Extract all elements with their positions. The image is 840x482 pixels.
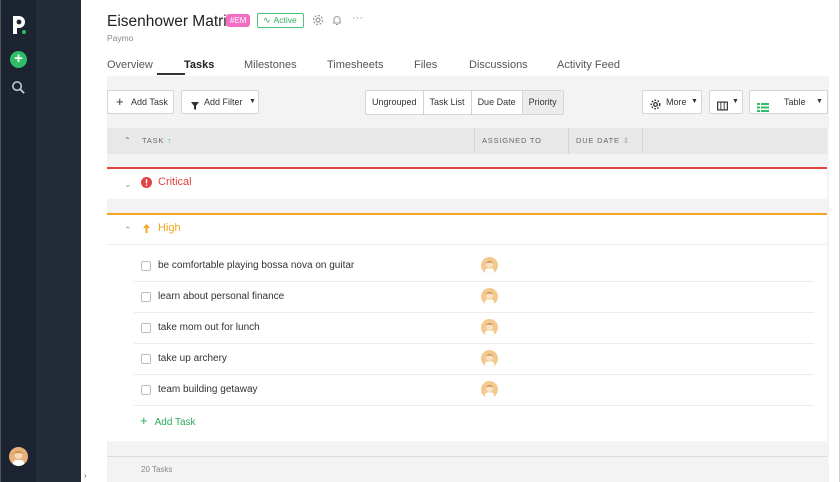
task-checkbox[interactable] (141, 385, 151, 395)
columns-icon (717, 97, 728, 119)
plus-icon: + (140, 413, 148, 428)
filter-icon (190, 97, 200, 119)
app-rail: + (0, 0, 36, 482)
chevron-down-icon[interactable]: ⌄ (124, 179, 132, 190)
task-row[interactable]: team building getaway (134, 375, 814, 406)
caret-down-icon: ▼ (249, 98, 256, 105)
group-title: Critical (158, 176, 192, 188)
client-name: Paymo (107, 33, 134, 43)
task-name[interactable]: team building getaway (158, 384, 258, 395)
group-title: High (158, 222, 181, 234)
tab-discussions[interactable]: Discussions (469, 59, 528, 71)
add-task-button[interactable]: + Add Task (107, 90, 174, 114)
plus-icon: + (116, 94, 124, 109)
more-options-icon[interactable]: ··· (352, 12, 364, 24)
task-row[interactable]: take up archery (134, 344, 814, 375)
group-header[interactable]: ⌄ Critical (107, 167, 827, 199)
search-icon[interactable] (11, 80, 26, 95)
settings-icon[interactable] (312, 14, 324, 26)
task-name[interactable]: be comfortable playing bossa nova on gui… (158, 260, 354, 271)
add-filter-label: Add Filter (204, 97, 243, 107)
tab-activity-feed[interactable]: Activity Feed (557, 59, 620, 71)
column-due-date-label: DUE DATE (576, 136, 620, 145)
sort-icon: ⇕ (622, 136, 630, 145)
project-title: Eisenhower Matrix (107, 13, 235, 30)
group-high: ⌃ High be comfortable playing bossa nova… (107, 213, 827, 441)
tab-timesheets[interactable]: Timesheets (327, 59, 383, 71)
active-tab-indicator (157, 73, 185, 75)
assignee-avatar[interactable] (481, 288, 498, 305)
column-task[interactable]: TASK ↑ (142, 128, 172, 154)
tab-milestones[interactable]: Milestones (244, 59, 297, 71)
collapse-all-icon[interactable]: ⌃ (124, 128, 132, 154)
group-header[interactable]: ⌃ High (107, 213, 827, 245)
columns-button[interactable]: ▼ (709, 90, 743, 114)
footer-divider (107, 456, 827, 457)
more-button[interactable]: More ▼ (642, 90, 702, 114)
critical-priority-icon (141, 177, 152, 188)
user-avatar[interactable] (9, 447, 28, 466)
more-label: More (666, 97, 687, 107)
column-due-date[interactable]: DUE DATE ⇕ (576, 128, 630, 154)
task-row[interactable]: be comfortable playing bossa nova on gui… (134, 251, 814, 282)
add-button[interactable]: + (10, 51, 27, 68)
task-row[interactable]: take mom out for lunch (134, 313, 814, 344)
task-row[interactable]: learn about personal finance (134, 282, 814, 313)
add-filter-button[interactable]: Add Filter ▼ (181, 90, 259, 114)
caret-down-icon: ▼ (816, 98, 823, 105)
view-due-date[interactable]: Due Date (472, 91, 523, 114)
group-critical: ⌄ Critical (107, 167, 827, 199)
chevron-up-icon[interactable]: ⌃ (124, 225, 132, 236)
task-name[interactable]: take up archery (158, 353, 227, 364)
view-task-list[interactable]: Task List (424, 91, 472, 114)
view-ungrouped[interactable]: Ungrouped (366, 91, 424, 114)
project-nav-rail: $ (36, 0, 107, 482)
task-checkbox[interactable] (141, 261, 151, 271)
caret-down-icon: ▼ (732, 98, 739, 105)
task-name[interactable]: learn about personal finance (158, 291, 284, 302)
main-panel: Eisenhower Matrix #EM ∿ Active ··· Paymo … (81, 0, 840, 482)
add-task-label: Add Task (131, 97, 168, 107)
assignee-avatar[interactable] (481, 257, 498, 274)
status-label: Active (273, 15, 297, 25)
task-checkbox[interactable] (141, 354, 151, 364)
project-code-tag: #EM (226, 14, 251, 27)
add-task-inline-label: Add Task (154, 417, 196, 428)
task-checkbox[interactable] (141, 292, 151, 302)
table-view-icon (757, 98, 769, 120)
bell-icon[interactable] (331, 14, 343, 26)
tab-files[interactable]: Files (414, 59, 437, 71)
view-priority[interactable]: Priority (522, 91, 563, 114)
tab-tasks[interactable]: Tasks (184, 59, 214, 71)
caret-down-icon: ▼ (691, 98, 698, 105)
paymo-logo[interactable] (9, 14, 29, 36)
column-divider (474, 128, 475, 154)
tasks-content: + Add Task Add Filter ▼ Ungrouped Task L… (107, 76, 829, 482)
sort-up-icon: ↑ (167, 136, 172, 145)
layout-label: Table (784, 97, 806, 107)
grouping-selector: Ungrouped Task List Due Date Priority (365, 90, 564, 115)
tab-overview[interactable]: Overview (107, 59, 153, 71)
table-header: ⌃ TASK ↑ ASSIGNED TO DUE DATE ⇕ (107, 128, 827, 154)
column-divider (568, 128, 569, 154)
layout-selector[interactable]: Table ▼ (749, 90, 828, 114)
task-checkbox[interactable] (141, 323, 151, 333)
column-assigned-to[interactable]: ASSIGNED TO (482, 128, 542, 154)
add-task-inline[interactable]: + Add Task (140, 413, 196, 428)
status-badge[interactable]: ∿ Active (257, 13, 304, 28)
assignee-avatar[interactable] (481, 319, 498, 336)
expand-sidebar-icon[interactable]: › (84, 471, 87, 480)
assignee-avatar[interactable] (481, 350, 498, 367)
task-name[interactable]: take mom out for lunch (158, 322, 260, 333)
assignee-avatar[interactable] (481, 381, 498, 398)
column-task-label: TASK (142, 136, 165, 145)
task-count: 20 Tasks (141, 465, 173, 474)
gear-icon (650, 96, 661, 118)
column-divider (642, 128, 643, 154)
high-priority-icon (141, 223, 152, 234)
activity-icon: ∿ (263, 15, 271, 25)
